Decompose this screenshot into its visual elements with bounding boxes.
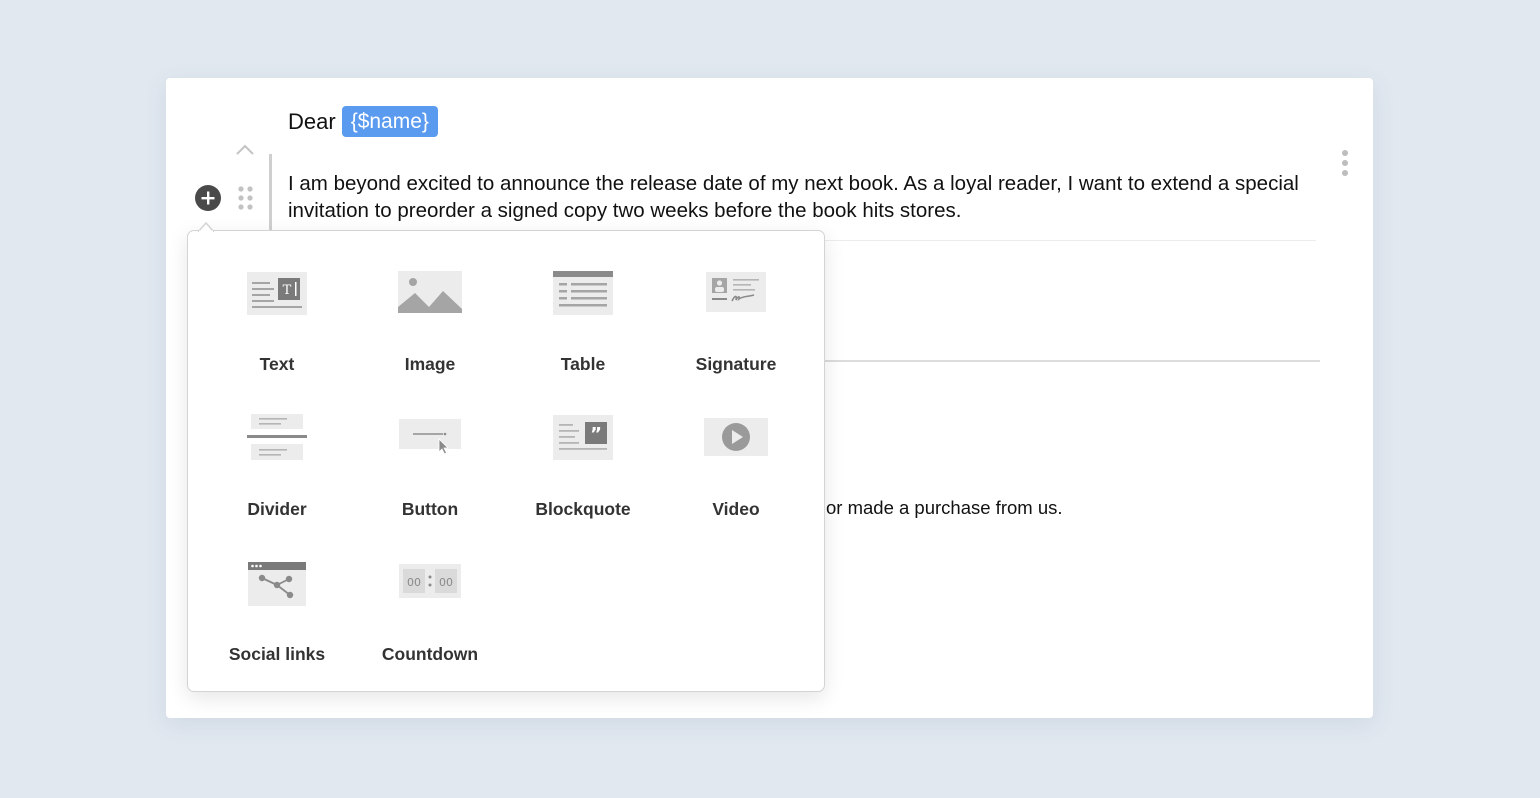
block-option-blockquote[interactable]: ” Blockquote [513, 414, 653, 544]
block-option-button[interactable]: Button [360, 414, 500, 544]
block-option-table[interactable]: Table [513, 269, 653, 399]
social-links-block-icon [248, 562, 306, 606]
blockquote-block-icon: ” [553, 415, 613, 460]
block-option-countdown[interactable]: 00 00 Countdown [360, 559, 500, 689]
name-merge-tag[interactable]: {$name} [341, 106, 438, 137]
countdown-digits-left: 00 [407, 576, 421, 589]
block-option-label: Divider [247, 499, 307, 519]
paragraph-block[interactable]: I am beyond excited to announce the rele… [288, 170, 1318, 224]
block-option-label: Image [404, 354, 456, 374]
countdown-block-icon: 00 00 [399, 564, 461, 598]
signature-block-icon [706, 272, 766, 312]
add-block-button[interactable] [195, 185, 221, 211]
table-block-icon [553, 271, 613, 315]
button-block-icon [399, 419, 461, 455]
greeting-text: Dear [288, 108, 336, 134]
svg-text:T: T [283, 283, 292, 298]
svg-text:”: ” [590, 424, 602, 445]
text-block-icon: T [247, 272, 307, 315]
block-option-divider[interactable]: Divider [207, 414, 347, 544]
add-block-menu: T Text Image Table Signature Divider But… [187, 230, 825, 692]
block-option-video[interactable]: Video [666, 414, 806, 544]
block-option-label: Countdown [381, 644, 479, 664]
more-options-icon[interactable] [1338, 148, 1352, 178]
drag-handle-icon[interactable] [237, 185, 255, 211]
block-option-label: Table [560, 354, 606, 374]
selected-block-indicator [269, 154, 272, 230]
move-up-icon[interactable] [233, 140, 257, 158]
block-option-label: Button [401, 499, 459, 519]
image-block-icon [398, 271, 462, 313]
block-option-social-links[interactable]: Social links [207, 559, 347, 689]
plus-icon [201, 191, 215, 205]
block-option-label: Social links [228, 644, 326, 664]
greeting-line[interactable]: Dear {$name} [288, 106, 438, 137]
block-option-signature[interactable]: Signature [666, 269, 806, 399]
partial-paragraph-text[interactable]: or made a purchase from us. [826, 497, 1063, 519]
block-option-image[interactable]: Image [360, 269, 500, 399]
video-block-icon [704, 418, 768, 456]
divider-line [820, 360, 1320, 362]
divider-block-icon [247, 414, 307, 460]
block-option-label: Text [259, 354, 295, 374]
block-option-text[interactable]: T Text [207, 269, 347, 399]
countdown-digits-right: 00 [439, 576, 453, 589]
block-option-label: Signature [695, 354, 777, 374]
block-option-label: Video [712, 499, 760, 519]
block-option-label: Blockquote [535, 499, 631, 519]
popup-pointer [198, 222, 214, 232]
